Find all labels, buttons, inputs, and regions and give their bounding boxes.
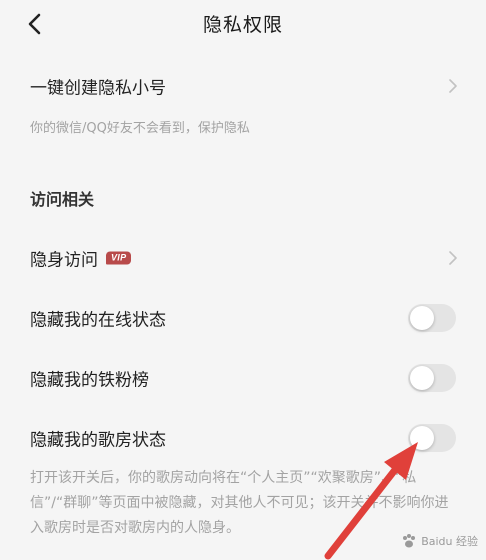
section-title-access: 访问相关 — [30, 190, 95, 209]
hide-online-status-row: 隐藏我的在线状态 — [0, 296, 486, 340]
toggle-knob — [410, 426, 434, 450]
baidu-jingyan-watermark: Baidu 经验 — [358, 530, 478, 552]
vip-badge: VIP — [106, 251, 132, 265]
watermark-text: Baidu 经验 — [421, 535, 478, 548]
hide-fan-ranking-label: 隐藏我的铁粉榜 — [30, 370, 149, 391]
hide-song-room-status-row: 隐藏我的歌房状态 — [0, 416, 486, 460]
hide-online-status-toggle[interactable] — [408, 304, 456, 332]
hide-fan-ranking-toggle[interactable] — [408, 364, 456, 392]
hide-song-room-status-toggle[interactable] — [408, 424, 456, 452]
page-title: 隐私权限 — [202, 14, 283, 36]
chevron-right-icon — [446, 251, 460, 265]
create-private-alias-row[interactable]: 一键创建隐私小号 — [0, 64, 486, 108]
chevron-right-icon — [446, 79, 460, 93]
create-private-alias-label: 一键创建隐私小号 — [30, 78, 166, 99]
hide-song-room-status-label: 隐藏我的歌房状态 — [30, 430, 166, 451]
create-private-alias-description: 你的微信/QQ好友不会看到，保护隐私 — [30, 121, 250, 136]
toggle-knob — [410, 306, 434, 330]
invisible-visit-row[interactable]: 隐身访问 VIP — [0, 236, 486, 280]
toggle-knob — [410, 366, 434, 390]
header-bar: 隐私权限 — [0, 0, 486, 48]
invisible-visit-label: 隐身访问 — [30, 250, 98, 271]
hide-fan-ranking-row: 隐藏我的铁粉榜 — [0, 356, 486, 400]
invisible-visit-label-group: 隐身访问 VIP — [30, 246, 132, 271]
hide-online-status-label: 隐藏我的在线状态 — [30, 310, 166, 331]
paw-logo-icon — [403, 534, 416, 548]
